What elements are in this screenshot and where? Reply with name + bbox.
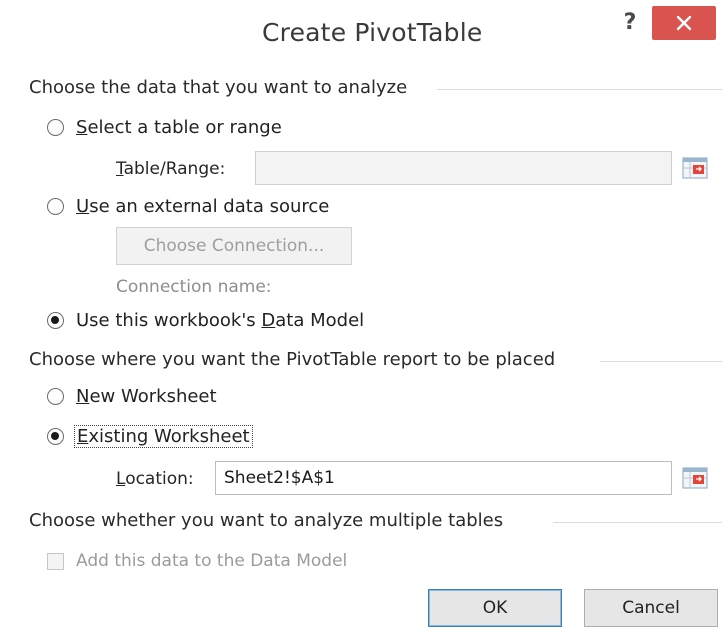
dialog-title: Create PivotTable bbox=[262, 18, 483, 47]
title-bar: Create PivotTable ? bbox=[0, 0, 726, 70]
radio-label-data-model: Use this workbook's Data Model bbox=[76, 310, 365, 331]
location-label: Location: bbox=[116, 469, 194, 489]
add-to-data-model-checkbox[interactable] bbox=[47, 552, 64, 570]
add-to-data-model-label: Add this data to the Data Model bbox=[76, 551, 348, 571]
collapse-dialog-icon bbox=[682, 157, 708, 179]
section-heading-analyze: Choose the data that you want to analyze bbox=[29, 77, 408, 98]
radio-label-select-table: Select a table or range bbox=[76, 117, 282, 138]
radio-button[interactable] bbox=[47, 388, 64, 405]
radio-new-worksheet[interactable]: New Worksheet bbox=[47, 386, 217, 407]
connection-name-label: Connection name: bbox=[116, 277, 272, 297]
section-heading-multi: Choose whether you want to analyze multi… bbox=[29, 510, 504, 531]
collapse-dialog-icon bbox=[682, 467, 708, 489]
radio-button-checked[interactable] bbox=[47, 428, 64, 445]
section-heading-place: Choose where you want the PivotTable rep… bbox=[29, 349, 556, 370]
cancel-button[interactable]: Cancel bbox=[584, 589, 718, 627]
radio-existing-worksheet[interactable]: Existing Worksheet bbox=[47, 425, 253, 448]
table-range-input[interactable] bbox=[255, 151, 672, 185]
ok-button[interactable]: OK bbox=[428, 589, 562, 627]
create-pivottable-dialog: Create PivotTable ? Choose the data that… bbox=[0, 0, 726, 637]
table-range-label: Table/Range: bbox=[116, 159, 226, 179]
close-icon bbox=[676, 15, 692, 31]
radio-label-external-source: Use an external data source bbox=[76, 196, 330, 217]
radio-button[interactable] bbox=[47, 198, 64, 215]
radio-button[interactable] bbox=[47, 119, 64, 136]
section-divider bbox=[437, 89, 722, 90]
radio-data-model[interactable]: Use this workbook's Data Model bbox=[47, 310, 364, 331]
section-divider bbox=[600, 361, 722, 362]
choose-connection-button[interactable]: Choose Connection... bbox=[116, 227, 352, 265]
location-input[interactable] bbox=[215, 461, 672, 495]
radio-select-table[interactable]: Select a table or range bbox=[47, 117, 282, 138]
close-button[interactable] bbox=[652, 6, 716, 40]
table-range-picker-button[interactable] bbox=[680, 153, 710, 183]
radio-button-checked[interactable] bbox=[47, 312, 64, 329]
help-button[interactable]: ? bbox=[619, 8, 641, 38]
add-to-data-model-option[interactable]: Add this data to the Data Model bbox=[47, 551, 347, 571]
radio-label-existing-worksheet: Existing Worksheet bbox=[74, 425, 253, 448]
location-picker-button[interactable] bbox=[680, 463, 710, 493]
section-divider bbox=[553, 522, 722, 523]
radio-external-source[interactable]: Use an external data source bbox=[47, 196, 329, 217]
radio-label-new-worksheet: New Worksheet bbox=[76, 386, 217, 407]
